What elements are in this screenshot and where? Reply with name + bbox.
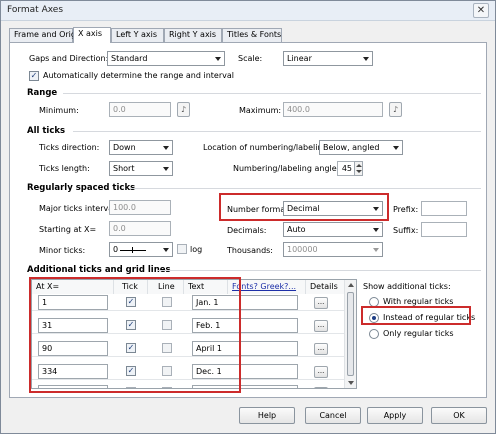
row-details-button[interactable]: ... xyxy=(314,343,328,355)
row-details-button[interactable]: ... xyxy=(314,366,328,378)
table-scrollbar[interactable] xyxy=(344,280,356,388)
scale-dropdown[interactable]: Linear xyxy=(283,51,373,66)
title-bar: Format Axes ✕ xyxy=(1,1,495,21)
additional-ticks-header: Additional ticks and grid lines xyxy=(27,265,171,275)
tab-titles-and-fonts[interactable]: Titles & Fonts xyxy=(222,28,282,42)
location-dropdown[interactable]: Below, angled xyxy=(319,140,403,155)
spin-up-icon xyxy=(356,164,362,167)
minor-tick-mark-icon xyxy=(132,247,133,253)
suffix-label: Suffix: xyxy=(393,226,419,235)
additional-ticks-divider xyxy=(157,270,481,271)
close-icon[interactable]: ✕ xyxy=(473,3,489,18)
fonts-greek-link[interactable]: Fonts? Greek?... xyxy=(232,282,296,291)
row-details-button[interactable]: ... xyxy=(314,320,328,332)
minimum-input[interactable]: 0.0 xyxy=(109,102,171,117)
scroll-up-icon[interactable] xyxy=(348,283,354,287)
gaps-direction-label: Gaps and Direction: xyxy=(29,54,109,63)
location-label: Location of numbering/labeling: xyxy=(203,143,331,152)
scale-value: Linear xyxy=(287,54,312,63)
minimum-picker-icon[interactable]: ♪ xyxy=(177,102,190,117)
gaps-direction-value: Standard xyxy=(111,54,148,63)
angle-input[interactable]: 45 xyxy=(337,161,355,176)
number-format-highlight xyxy=(219,193,389,221)
regular-ticks-header: Regularly spaced ticks xyxy=(27,183,136,193)
location-value: Below, angled xyxy=(323,143,380,152)
ticks-length-label: Ticks length: xyxy=(39,164,90,173)
ok-button[interactable]: OK xyxy=(431,407,487,424)
cancel-button[interactable]: Cancel xyxy=(305,407,361,424)
format-axes-dialog: Format Axes ✕ Frame and Origin X axis Le… xyxy=(0,0,496,434)
major-interval-input[interactable]: 100.0 xyxy=(109,200,171,215)
minor-tick-line-icon xyxy=(120,250,146,251)
minor-ticks-dropdown[interactable]: 0 xyxy=(109,242,173,257)
auto-range-checkbox[interactable]: ✓ xyxy=(29,71,39,81)
instead-option-highlight xyxy=(361,306,471,325)
tab-left-y-axis[interactable]: Left Y axis xyxy=(111,28,164,42)
maximum-picker-icon[interactable]: ♪ xyxy=(389,102,402,117)
prefix-input[interactable] xyxy=(421,201,467,216)
all-ticks-divider xyxy=(73,131,481,132)
ticks-length-dropdown[interactable]: Short xyxy=(109,161,173,176)
decimals-label: Decimals: xyxy=(227,226,267,235)
maximum-label: Maximum: xyxy=(239,106,282,115)
log-label: log xyxy=(190,245,203,254)
regular-ticks-divider xyxy=(131,188,481,189)
tab-frame-and-origin[interactable]: Frame and Origin xyxy=(9,28,83,42)
chevron-down-icon xyxy=(215,57,221,61)
prefix-label: Prefix: xyxy=(393,205,419,214)
chevron-down-icon xyxy=(163,248,169,252)
window-title: Format Axes xyxy=(7,5,64,15)
chevron-down-icon xyxy=(163,167,169,171)
chevron-down-icon xyxy=(373,248,379,252)
apply-button[interactable]: Apply xyxy=(367,407,423,424)
thousands-dropdown[interactable]: 100000 xyxy=(283,242,383,257)
all-ticks-header: All ticks xyxy=(27,126,66,136)
thousands-value: 100000 xyxy=(287,245,318,254)
angle-label: Numbering/labeling angle: xyxy=(233,164,340,173)
decimals-value: Auto xyxy=(287,225,306,234)
scroll-down-icon[interactable] xyxy=(348,381,354,385)
spin-down-icon xyxy=(356,170,362,173)
help-button[interactable]: Help xyxy=(239,407,295,424)
column-header-details: Details xyxy=(306,280,346,294)
log-checkbox[interactable] xyxy=(177,244,187,254)
tab-right-y-axis[interactable]: Right Y axis xyxy=(164,28,222,42)
minor-ticks-value: 0 xyxy=(113,245,119,254)
range-header: Range xyxy=(27,88,58,98)
table-highlight xyxy=(29,277,241,393)
ticks-direction-value: Down xyxy=(113,143,136,152)
range-divider xyxy=(63,93,481,94)
ticks-direction-dropdown[interactable]: Down xyxy=(109,140,173,155)
chevron-down-icon xyxy=(393,146,399,150)
scrollbar-thumb[interactable] xyxy=(347,292,354,376)
ticks-direction-label: Ticks direction: xyxy=(39,143,100,152)
thousands-label: Thousands: xyxy=(227,246,274,255)
tab-x-axis[interactable]: X axis xyxy=(73,27,111,43)
radio-only-regular-label: Only regular ticks xyxy=(383,329,454,338)
row-details-button[interactable]: ... xyxy=(314,297,328,309)
starting-at-input[interactable]: 0.0 xyxy=(109,221,171,236)
suffix-input[interactable] xyxy=(421,222,467,237)
starting-at-label: Starting at X= xyxy=(39,225,97,234)
chevron-down-icon xyxy=(163,146,169,150)
auto-range-label: Automatically determine the range and in… xyxy=(43,71,234,80)
chevron-down-icon xyxy=(363,57,369,61)
angle-spinner[interactable] xyxy=(354,161,363,176)
decimals-dropdown[interactable]: Auto xyxy=(283,222,383,237)
row-details-button[interactable]: ... xyxy=(314,387,328,388)
ticks-length-value: Short xyxy=(113,164,135,173)
show-additional-label: Show additional ticks: xyxy=(363,282,451,291)
minimum-label: Minimum: xyxy=(39,106,79,115)
major-interval-label: Major ticks interval: xyxy=(39,204,119,213)
radio-only-regular-ticks[interactable] xyxy=(369,329,379,339)
scale-label: Scale: xyxy=(238,54,263,63)
minor-ticks-label: Minor ticks: xyxy=(39,246,86,255)
gaps-direction-dropdown[interactable]: Standard xyxy=(107,51,225,66)
chevron-down-icon xyxy=(373,228,379,232)
maximum-input[interactable]: 400.0 xyxy=(283,102,383,117)
